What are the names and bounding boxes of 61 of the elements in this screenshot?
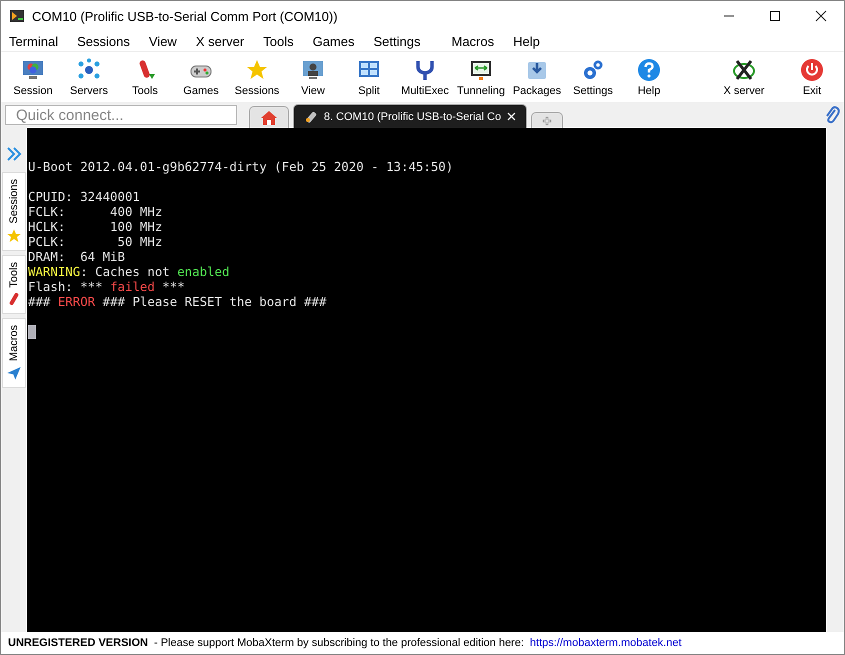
quick-connect-field[interactable]: Quick connect... — [5, 105, 237, 125]
terminal-line: HCLK: 100 MHz — [28, 219, 162, 234]
star-icon — [6, 228, 22, 244]
menu-item[interactable]: Macros — [451, 34, 494, 48]
terminal-line: ### ERROR ### Please RESET the board ### — [28, 294, 326, 309]
status-link[interactable]: https://mobaxterm.mobatek.net — [530, 637, 682, 649]
toolbar-button[interactable]: MultiExec — [397, 58, 453, 96]
menu-item[interactable]: Games — [312, 34, 354, 48]
toolbar-button[interactable]: Tunneling — [453, 58, 509, 96]
terminal-line: DRAM: 64 MiB — [28, 249, 125, 264]
maximize-icon[interactable] — [769, 10, 781, 22]
menu-item[interactable]: Terminal — [9, 34, 58, 48]
settings-icon — [581, 58, 605, 82]
toolbar-button[interactable]: Packages — [509, 58, 565, 96]
app-icon — [9, 8, 25, 24]
home-tab[interactable] — [249, 106, 289, 128]
terminal-line: U-Boot 2012.04.01-g9b62774-dirty (Feb 25 2020 - 13:45:50) — [28, 159, 454, 174]
x-logo-icon — [732, 58, 756, 82]
toolbar-button[interactable]: Session — [5, 58, 61, 96]
toolbar-button[interactable]: Tools — [117, 58, 173, 96]
menu-item[interactable]: Sessions — [77, 34, 130, 48]
toolbar-button[interactable]: Exit — [784, 58, 840, 96]
terminal-line: CPUID: 32440001 — [28, 189, 140, 204]
terminal-line: PCLK: 50 MHz — [28, 234, 162, 249]
toolbar-button[interactable]: Servers — [61, 58, 117, 96]
menu-item[interactable]: Tools — [263, 34, 294, 48]
session-tab[interactable]: 8. COM10 (Prolific USB-to-Serial Co — [293, 104, 527, 128]
status-label: UNREGISTERED VERSION — [8, 637, 148, 649]
status-message: - Please support MobaXterm by subscribing to the professional edition here: — [154, 637, 524, 649]
sidebar-tab[interactable]: Sessions — [2, 172, 26, 251]
terminal-line: Flash: *** failed *** — [28, 279, 185, 294]
toolbar-button[interactable]: Settings — [565, 58, 621, 96]
plus-icon — [542, 114, 552, 126]
toolbar-button[interactable]: X server — [704, 58, 784, 96]
help-icon — [637, 58, 661, 82]
tab-label: 8. COM10 (Prolific USB-to-Serial Co — [324, 110, 502, 122]
close-icon[interactable] — [815, 10, 827, 22]
house-icon — [260, 110, 278, 126]
paper-plane-icon — [6, 365, 22, 382]
toolbar-button[interactable]: View — [285, 58, 341, 96]
toolbar-button[interactable]: Games — [173, 58, 229, 96]
menu-item[interactable]: X server — [196, 34, 244, 48]
menu-item[interactable]: View — [148, 34, 177, 48]
menu-item[interactable]: Help — [513, 34, 540, 48]
star-icon — [245, 58, 269, 82]
toolbar-button[interactable]: Split — [341, 58, 397, 96]
window-title: COM10 (Prolific USB-to-Serial Comm Port (COM10)) — [32, 8, 338, 24]
toolbar-button[interactable]: Sessions — [229, 58, 285, 96]
terminal-line: WARNING: Caches not enabled — [28, 264, 230, 279]
power-icon — [800, 58, 824, 82]
terminal-line: FCLK: 400 MHz — [28, 204, 162, 219]
network-icon — [77, 58, 101, 82]
new-tab-button[interactable] — [531, 112, 563, 128]
paperclip-icon[interactable] — [824, 106, 840, 124]
scrollbar[interactable] — [826, 128, 844, 632]
sidebar-tab[interactable]: Tools — [2, 254, 26, 314]
cursor — [28, 325, 36, 339]
expand-icon[interactable] — [6, 146, 22, 162]
toolbar-button[interactable]: Help — [621, 58, 677, 96]
menu-item[interactable]: Settings — [374, 34, 420, 48]
sidebar-tab[interactable]: Macros — [2, 318, 26, 388]
